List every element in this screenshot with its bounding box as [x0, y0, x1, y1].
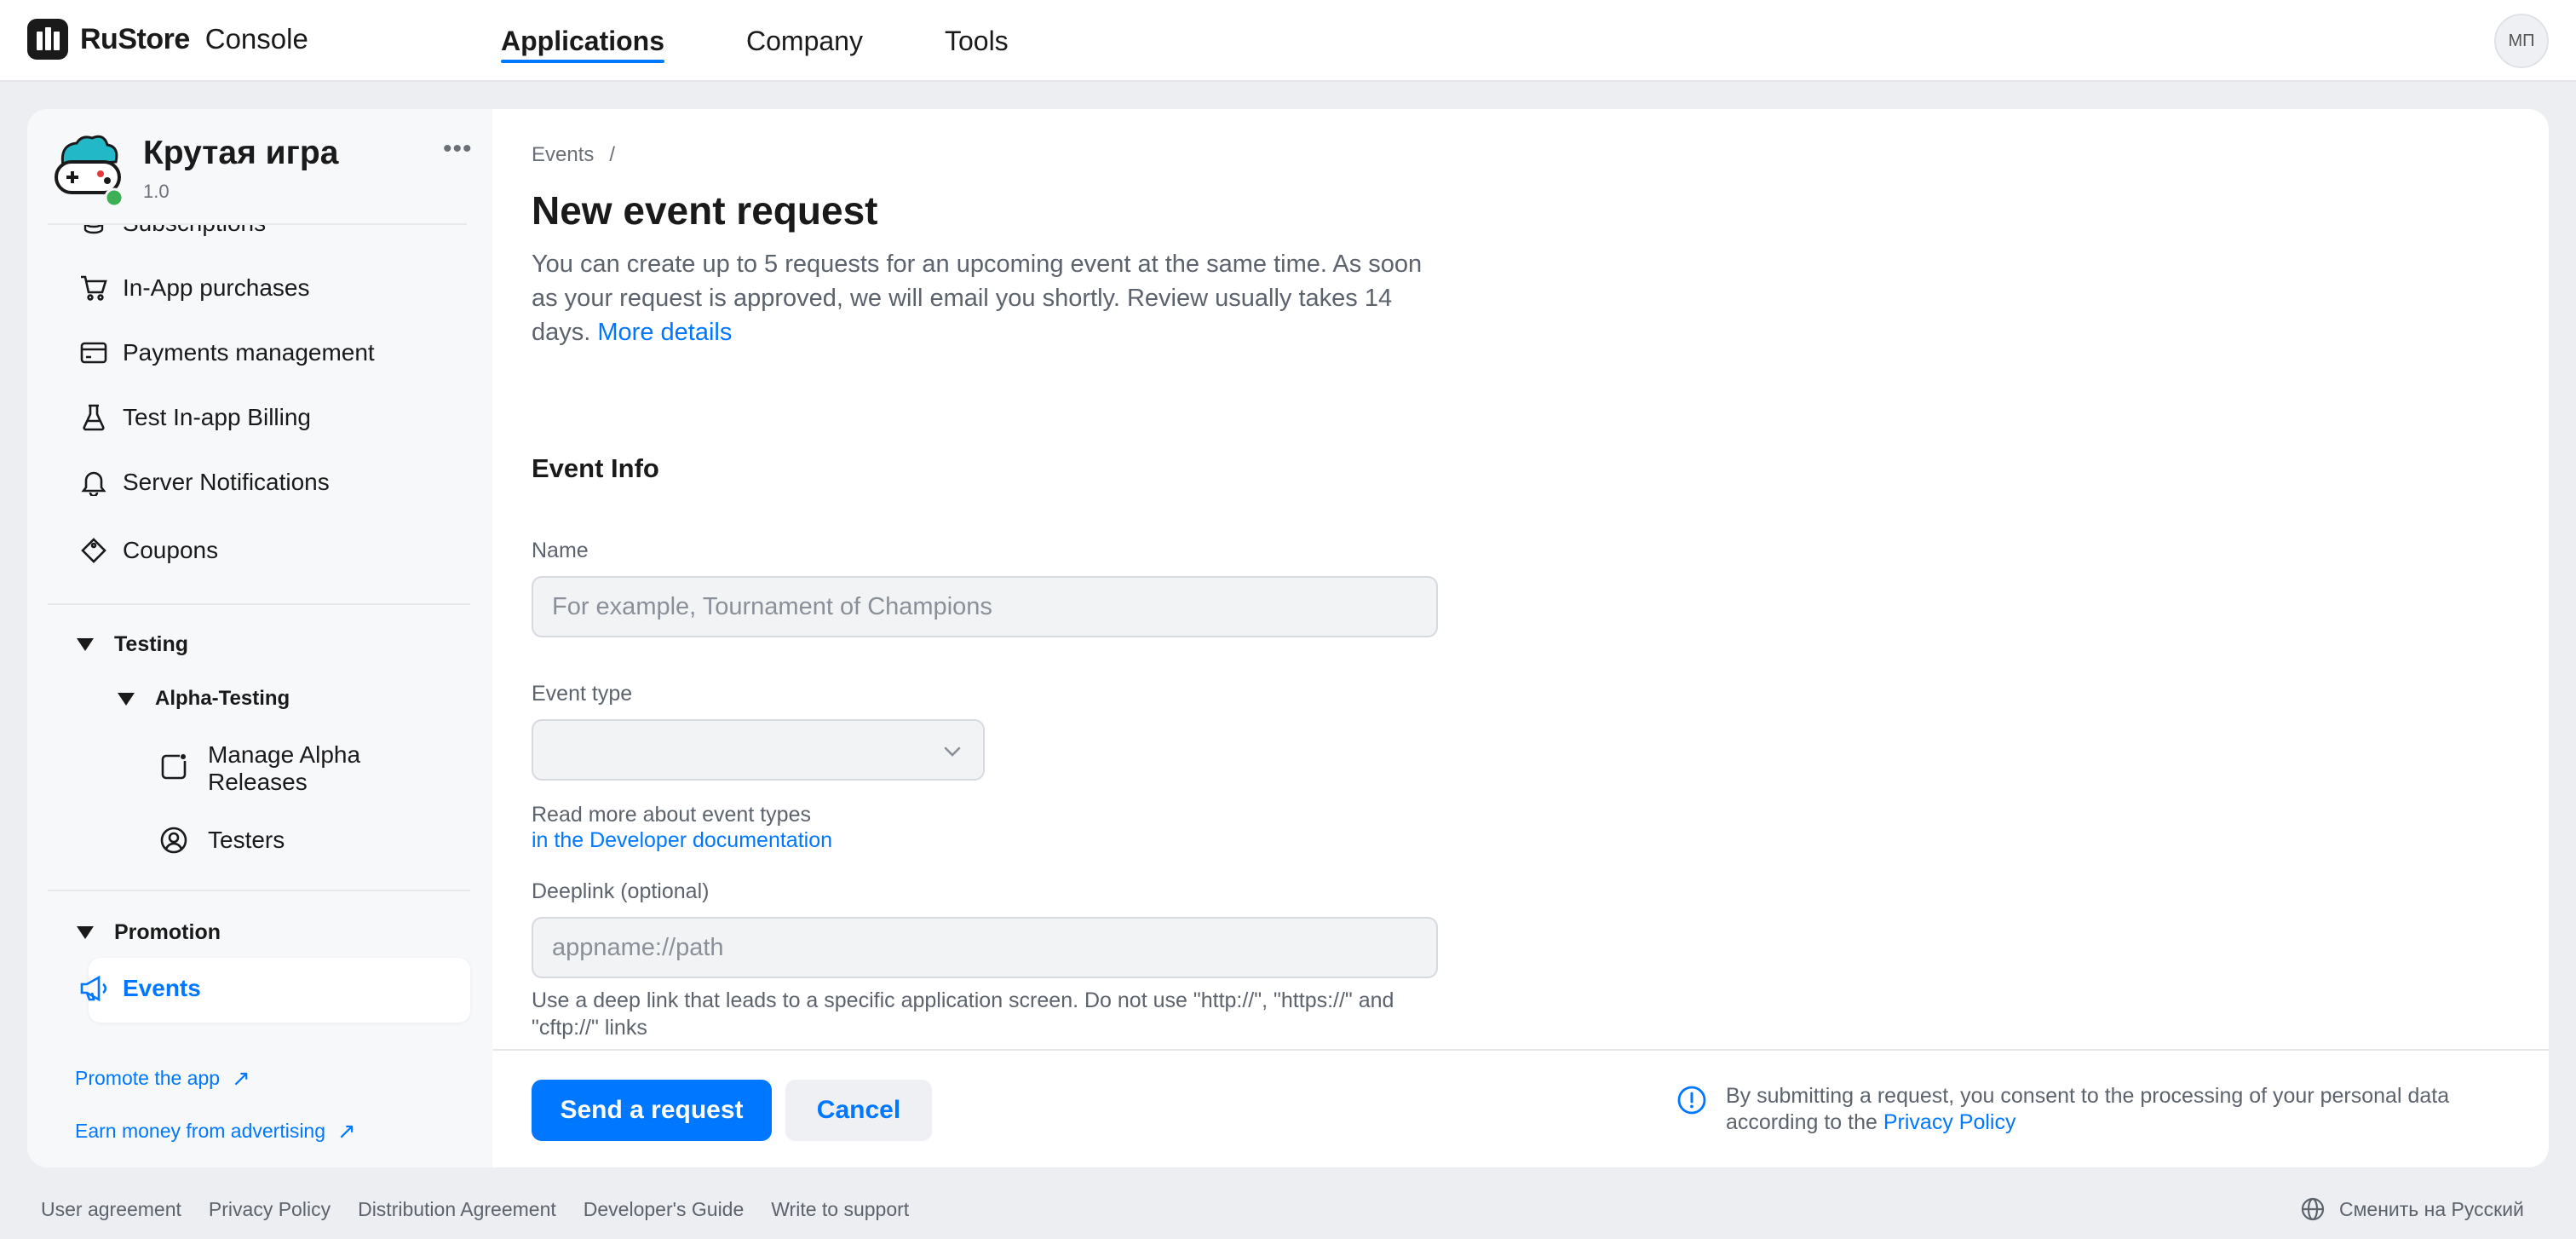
section-promotion[interactable]: Promotion: [77, 920, 221, 945]
section-label: Alpha-Testing: [155, 687, 290, 710]
brand-subtitle: Console: [204, 23, 308, 55]
sidebar-item-testers[interactable]: Testers: [160, 827, 285, 854]
sidebar-item-label: Server Notifications: [123, 469, 330, 495]
sidebar-item-label: Payments management: [123, 339, 375, 366]
privacy-policy-link[interactable]: Privacy Policy: [1883, 1110, 2016, 1134]
info-icon: [1677, 1086, 1706, 1115]
sidebar-item-in-app-purchases[interactable]: In-App purchases: [81, 274, 310, 302]
name-label: Name: [532, 539, 589, 562]
site-footer: User agreement Privacy Policy Distributi…: [0, 1188, 2576, 1230]
app-header: Крутая игра 1.0 •••: [27, 109, 492, 225]
breadcrumb: Events /: [532, 143, 615, 167]
sidebar-item-label: Manage Alpha Releases: [208, 741, 361, 795]
divider: [48, 223, 467, 225]
logo-mark-icon: [27, 19, 68, 60]
sidebar-item-manage-alpha-releases[interactable]: Manage Alpha Releases: [161, 741, 412, 796]
sidebar-item-label: Test In-app Billing: [123, 404, 312, 430]
triangle-down-icon: [118, 692, 135, 706]
sidebar-item-coupons[interactable]: Coupons: [81, 537, 219, 564]
divider: [48, 603, 470, 605]
language-switch[interactable]: Сменить на Русский: [2300, 1196, 2524, 1222]
breadcrumb-separator: /: [609, 143, 616, 166]
sidebar-item-label: Testers: [208, 827, 285, 853]
globe-icon: [2301, 1197, 2325, 1221]
nav-applications[interactable]: Applications: [501, 0, 665, 82]
sidebar: Subscriptions Крутая игра 1.0 ••• In-App…: [27, 109, 492, 1167]
external-link-icon: ↗: [337, 1118, 356, 1144]
sidebar-item-payments-management[interactable]: Payments management: [80, 339, 375, 366]
name-input[interactable]: [532, 576, 1438, 637]
developer-docs-link[interactable]: in the Developer documentation: [532, 828, 832, 853]
sidebar-item-label: Coupons: [123, 537, 219, 563]
bell-icon: [77, 465, 111, 499]
event-type-label: Event type: [532, 682, 633, 706]
user-avatar[interactable]: МП: [2494, 14, 2549, 68]
nav-tools[interactable]: Tools: [945, 0, 1009, 82]
language-label: Сменить на Русский: [2339, 1197, 2524, 1220]
app-name: Крутая игра: [143, 135, 339, 171]
release-icon: [157, 750, 191, 784]
user-circle-icon: [157, 823, 191, 857]
page-title: New event request: [532, 188, 878, 233]
divider: [48, 890, 470, 891]
sidebar-item-events-label[interactable]: Events: [80, 975, 201, 1002]
deeplink-label: Deeplink (optional): [532, 879, 710, 903]
event-type-help: Read more about event types: [532, 803, 811, 827]
section-title: Event Info: [532, 453, 659, 483]
consent-notice: By submitting a request, you consent to …: [1676, 1083, 2528, 1136]
form-actions-bar: Send a request Cancel By submitting a re…: [492, 1049, 2549, 1167]
card-icon: [77, 336, 111, 370]
game-controller-icon: [55, 135, 124, 206]
triangle-down-icon: [77, 638, 94, 651]
ticket-icon: [77, 533, 111, 568]
more-details-link[interactable]: More details: [597, 319, 732, 346]
footer-developers-guide[interactable]: Developer's Guide: [584, 1198, 745, 1221]
section-testing[interactable]: Testing: [77, 632, 188, 657]
sidebar-item-label: Events: [123, 975, 201, 1001]
chevron-down-icon: [944, 746, 961, 757]
page-description: You can create up to 5 requests for an u…: [532, 247, 1452, 349]
triangle-down-icon: [77, 926, 94, 939]
brand-name: RuStore: [80, 22, 190, 55]
main-nav: Applications Company Tools: [501, 0, 1090, 82]
deeplink-input[interactable]: [532, 917, 1438, 978]
consent-text: By submitting a request, you consent to …: [1726, 1084, 2450, 1134]
main-content: Events / New event request You can create…: [492, 109, 2549, 1167]
send-request-button[interactable]: Send a request: [532, 1080, 772, 1141]
more-options-icon[interactable]: •••: [443, 135, 473, 164]
section-label: Testing: [114, 632, 189, 656]
section-label: Promotion: [114, 920, 221, 944]
deeplink-help: Use a deep link that leads to a specific…: [532, 988, 1394, 1040]
flask-icon: [77, 401, 111, 435]
external-link-icon: ↗: [232, 1065, 250, 1091]
footer-write-to-support[interactable]: Write to support: [771, 1198, 909, 1221]
link-label: Promote the app: [75, 1067, 221, 1089]
breadcrumb-events[interactable]: Events: [532, 143, 594, 166]
sidebar-item-label: In-App purchases: [123, 274, 310, 301]
nav-company[interactable]: Company: [746, 0, 863, 82]
link-label: Earn money from advertising: [75, 1120, 326, 1142]
earn-money-link[interactable]: Earn money from advertising ↗: [75, 1118, 356, 1144]
top-bar: RuStore Console Applications Company Too…: [0, 0, 2576, 82]
footer-links: User agreement Privacy Policy Distributi…: [41, 1198, 936, 1221]
footer-distribution-agreement[interactable]: Distribution Agreement: [358, 1198, 556, 1221]
sidebar-item-server-notifications[interactable]: Server Notifications: [81, 469, 330, 496]
app-version: 1.0: [143, 181, 170, 202]
rustore-logo[interactable]: RuStore Console: [27, 19, 308, 60]
cart-icon: [77, 271, 111, 305]
cancel-button[interactable]: Cancel: [785, 1080, 932, 1141]
footer-user-agreement[interactable]: User agreement: [41, 1198, 181, 1221]
section-alpha-testing[interactable]: Alpha-Testing: [118, 687, 290, 711]
event-type-select[interactable]: [532, 719, 985, 781]
content-card: Subscriptions Крутая игра 1.0 ••• In-App…: [27, 109, 2549, 1167]
promote-app-link[interactable]: Promote the app ↗: [75, 1065, 250, 1092]
megaphone-icon: [77, 971, 111, 1006]
sidebar-item-test-billing[interactable]: Test In-app Billing: [83, 404, 312, 431]
footer-privacy-policy[interactable]: Privacy Policy: [209, 1198, 331, 1221]
